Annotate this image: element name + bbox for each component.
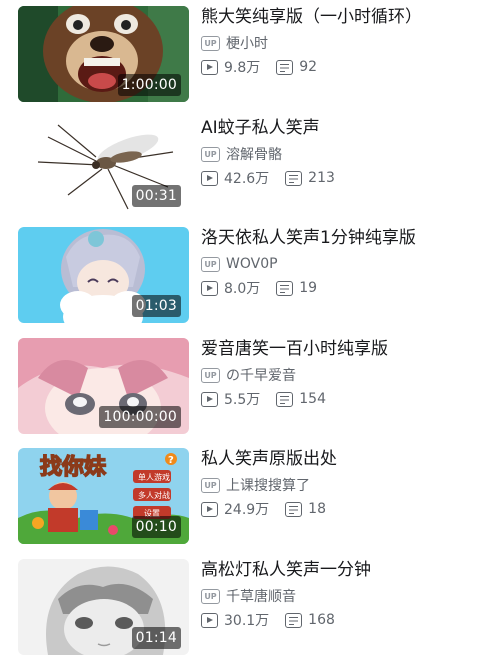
video-thumbnail[interactable]: 01:03 (18, 227, 189, 323)
view-count: 24.9万 (224, 502, 270, 518)
uploader-row[interactable]: UP 千草唐顺音 (201, 587, 296, 605)
up-badge-icon: UP (201, 35, 220, 51)
game-btn-2-text: 多人对战 (138, 490, 170, 500)
game-btn-1-text: 单人游戏 (138, 472, 170, 482)
up-badge-icon: UP (201, 146, 220, 162)
uploader-name[interactable]: WOV0P (226, 256, 278, 272)
video-thumbnail[interactable]: 00:31 (18, 117, 189, 213)
danmaku-count: 154 (299, 391, 326, 407)
stats-row: 8.0万 19 (201, 279, 317, 297)
uploader-row[interactable]: UP 梗小时 (201, 34, 268, 52)
danmaku-count: 92 (299, 59, 318, 75)
video-duration: 1:00:00 (117, 74, 181, 96)
uploader-name[interactable]: の千早爱音 (226, 365, 296, 385)
play-count-icon (201, 59, 218, 75)
play-count-icon (201, 391, 218, 407)
uploader-row[interactable]: UP 上课搜搜算了 (201, 476, 310, 494)
video-duration: 01:03 (131, 295, 181, 317)
video-thumbnail[interactable]: 100:00:00 (18, 338, 189, 434)
video-thumbnail[interactable]: 1:00:00 (18, 6, 189, 102)
video-duration: 01:14 (131, 627, 181, 649)
danmaku-icon (276, 280, 294, 296)
video-title[interactable]: 爱音唐笑一百小时纯享版 (201, 338, 481, 360)
uploader-row[interactable]: UP WOV0P (201, 255, 278, 273)
play-count-icon (201, 501, 218, 517)
svg-text:?: ? (168, 455, 174, 466)
uploader-name[interactable]: 溶解骨骼 (226, 144, 282, 164)
video-item[interactable]: 1:00:00 熊大笑纯享版（一小时循环） UP 梗小时 9.8万 92 (0, 6, 486, 106)
video-title[interactable]: AI蚊子私人笑声 (201, 117, 481, 139)
video-duration: 00:10 (131, 516, 181, 538)
danmaku-count: 168 (308, 612, 335, 628)
video-item[interactable]: 01:14 高松灯私人笑声一分钟 UP 千草唐顺音 30.1万 168 (0, 559, 486, 659)
video-title[interactable]: 洛天依私人笑声1分钟纯享版 (201, 227, 481, 249)
view-count: 9.8万 (224, 60, 261, 76)
uploader-row[interactable]: UP の千早爱音 (201, 366, 296, 384)
video-title[interactable]: 高松灯私人笑声一分钟 (201, 559, 481, 581)
video-list: 1:00:00 熊大笑纯享版（一小时循环） UP 梗小时 9.8万 92 00:… (0, 0, 486, 663)
up-badge-icon: UP (201, 367, 220, 383)
uploader-row[interactable]: UP 溶解骨骼 (201, 145, 282, 163)
view-count: 8.0万 (224, 281, 261, 297)
danmaku-icon (285, 170, 303, 186)
play-count-icon (201, 280, 218, 296)
play-count-icon (201, 612, 218, 628)
up-badge-icon: UP (201, 477, 220, 493)
game-logo-text: 找你妹 (40, 455, 107, 480)
danmaku-count: 213 (308, 170, 335, 186)
uploader-name[interactable]: 上课搜搜算了 (226, 475, 310, 495)
view-count: 42.6万 (224, 171, 270, 187)
video-title[interactable]: 熊大笑纯享版（一小时循环） (201, 6, 481, 28)
video-item[interactable]: 00:31 AI蚊子私人笑声 UP 溶解骨骼 42.6万 213 (0, 117, 486, 217)
video-item[interactable]: 01:03 洛天依私人笑声1分钟纯享版 UP WOV0P 8.0万 19 (0, 227, 486, 327)
stats-row: 9.8万 92 (201, 58, 317, 76)
uploader-name[interactable]: 千草唐顺音 (226, 586, 296, 606)
danmaku-count: 18 (308, 501, 326, 517)
video-duration: 100:00:00 (99, 406, 181, 428)
stats-row: 24.9万 18 (201, 500, 326, 518)
video-item[interactable]: 找你妹 ? 单人游戏 多人对战 设置 00:10 私人笑声原版出处 UP 上课搜… (0, 448, 486, 548)
video-duration: 00:31 (131, 185, 181, 207)
video-thumbnail[interactable]: 01:14 (18, 559, 189, 655)
video-thumbnail[interactable]: 找你妹 ? 单人游戏 多人对战 设置 00:10 (18, 448, 189, 544)
danmaku-icon (276, 391, 294, 407)
up-badge-icon: UP (201, 256, 220, 272)
danmaku-icon (276, 59, 294, 75)
view-count: 30.1万 (224, 613, 270, 629)
stats-row: 42.6万 213 (201, 169, 335, 187)
play-count-icon (201, 170, 218, 186)
danmaku-icon (285, 501, 303, 517)
danmaku-icon (285, 612, 303, 628)
stats-row: 30.1万 168 (201, 611, 335, 629)
up-badge-icon: UP (201, 588, 220, 604)
danmaku-count: 19 (299, 280, 318, 296)
stats-row: 5.5万 154 (201, 390, 326, 408)
uploader-name[interactable]: 梗小时 (226, 33, 268, 53)
video-item[interactable]: 100:00:00 爱音唐笑一百小时纯享版 UP の千早爱音 5.5万 154 (0, 338, 486, 438)
view-count: 5.5万 (224, 392, 261, 408)
video-title[interactable]: 私人笑声原版出处 (201, 448, 481, 470)
